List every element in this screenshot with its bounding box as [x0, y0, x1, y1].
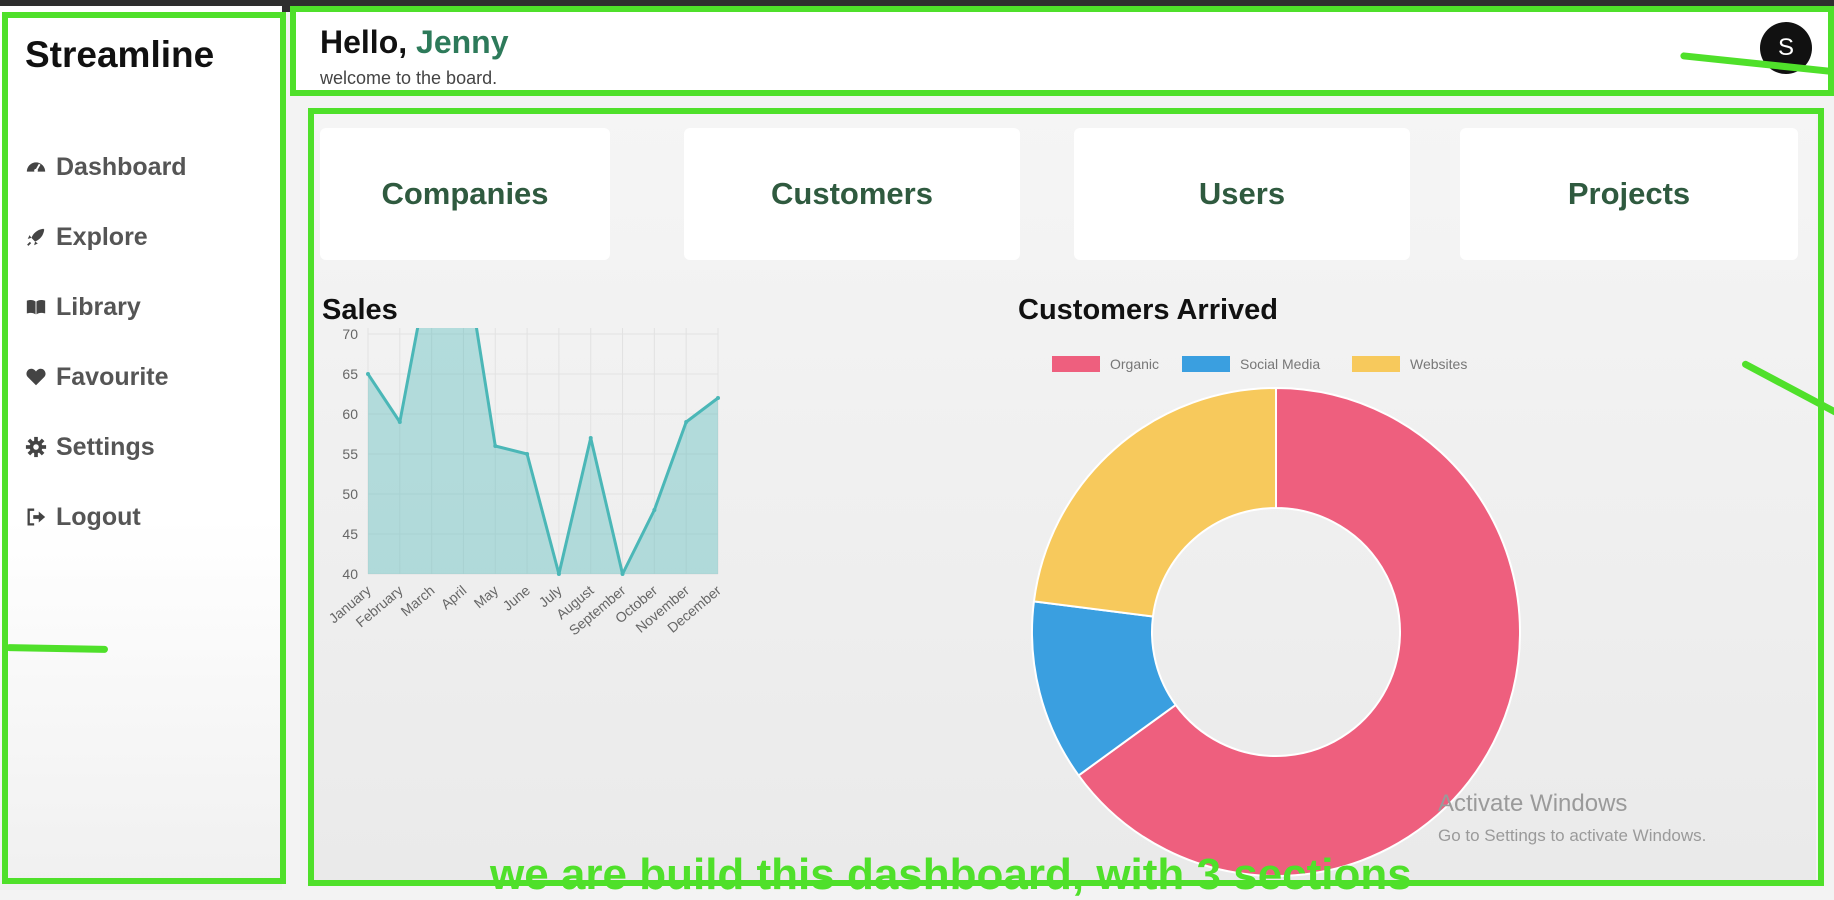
card-customers[interactable]: Customers [684, 128, 1020, 260]
sidebar-item-library[interactable]: Library [24, 272, 187, 342]
x-tick-label: June [499, 582, 533, 614]
sidebar: Streamline Dashboard Explore Library Fav… [0, 6, 282, 890]
sales-point [366, 372, 370, 376]
sales-point [716, 396, 720, 400]
legend-swatch-websites [1352, 356, 1400, 372]
y-tick-label: 70 [342, 328, 358, 342]
y-tick-label: 50 [342, 486, 358, 502]
sales-point [588, 436, 593, 440]
legend-label: Social Media [1240, 356, 1320, 372]
y-tick-label: 60 [342, 406, 358, 422]
activate-windows-title: Activate Windows [1438, 790, 1628, 817]
heart-icon [24, 365, 48, 389]
video-caption: we are build this dashboard, with 3 sect… [490, 850, 1412, 899]
y-tick-label: 65 [342, 366, 358, 382]
sales-area [368, 328, 718, 574]
y-tick-label: 45 [342, 526, 358, 542]
card-companies[interactable]: Companies [320, 128, 610, 260]
sidebar-item-label: Favourite [56, 362, 169, 391]
legend-label: Organic [1110, 356, 1159, 372]
sales-chart: 40455055606570758085JanuaryFebruaryMarch… [325, 328, 724, 638]
welcome-subtitle: welcome to the board. [320, 68, 498, 88]
x-tick-label: March [397, 582, 437, 619]
gear-icon [24, 435, 48, 459]
x-tick-label: May [471, 582, 502, 611]
sales-point [525, 452, 530, 456]
sidebar-item-label: Explore [56, 222, 148, 251]
sidebar-item-label: Library [56, 292, 141, 321]
sidebar-item-favourite[interactable]: Favourite [24, 342, 187, 412]
sales-title: Sales [322, 294, 398, 326]
y-tick-label: 40 [342, 566, 358, 582]
book-icon [24, 295, 48, 319]
sidebar-item-label: Dashboard [56, 152, 187, 181]
legend-swatch-organic [1052, 356, 1100, 372]
x-tick-label: April [438, 582, 470, 612]
legend-swatch-social-media [1182, 356, 1230, 372]
sales-point [684, 420, 689, 424]
sales-point [493, 444, 498, 448]
main-content: Companies Customers Users Projects Sales… [312, 110, 1816, 882]
activate-windows-subtitle: Go to Settings to activate Windows. [1438, 826, 1707, 845]
logout-icon [24, 505, 48, 529]
header: Hello, Jenny welcome to the board. S [292, 10, 1828, 90]
brand-logo: Streamline [25, 34, 215, 75]
sidebar-item-label: Settings [56, 432, 155, 461]
sidebar-nav: Dashboard Explore Library Favourite Sett… [24, 132, 187, 552]
sales-chart-plot: 40455055606570758085JanuaryFebruaryMarch… [325, 328, 724, 638]
sidebar-item-explore[interactable]: Explore [24, 202, 187, 272]
donut-slice-websites [1032, 386, 1277, 618]
sales-point [397, 420, 402, 424]
greeting: Hello, Jenny [320, 24, 509, 61]
sidebar-item-logout[interactable]: Logout [24, 482, 187, 552]
sales-point [652, 508, 657, 512]
sales-point [556, 572, 561, 576]
sidebar-item-dashboard[interactable]: Dashboard [24, 132, 187, 202]
gauge-icon [24, 155, 48, 179]
legend-label: Websites [1410, 356, 1467, 372]
card-projects[interactable]: Projects [1460, 128, 1798, 260]
greeting-text: Hello, [320, 24, 408, 60]
card-users[interactable]: Users [1074, 128, 1410, 260]
y-tick-label: 55 [342, 446, 358, 462]
sidebar-item-settings[interactable]: Settings [24, 412, 187, 482]
rocket-icon [24, 225, 48, 249]
sidebar-item-label: Logout [56, 502, 141, 531]
user-name: Jenny [416, 24, 509, 60]
customers-arrived-title: Customers Arrived [1018, 294, 1279, 326]
sales-point [620, 572, 625, 576]
avatar[interactable]: S [1760, 22, 1812, 74]
